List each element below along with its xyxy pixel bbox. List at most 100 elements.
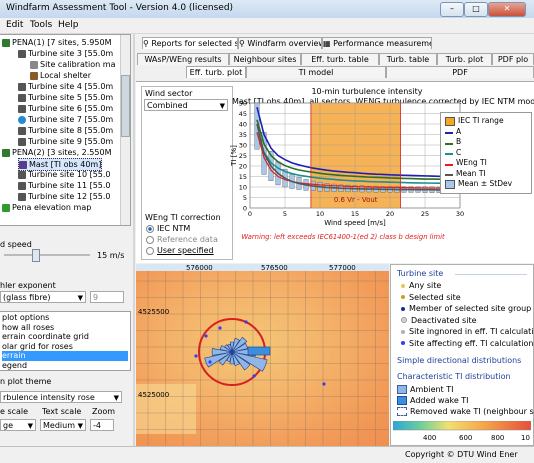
panel-splitter[interactable] [133,34,135,446]
turbine-icon [18,115,26,124]
tab-neighbour-sites[interactable]: Neighbour sites [229,53,301,65]
tree-item[interactable]: Turbine site 9 [55.0m [18,136,113,147]
turbine-marker[interactable] [194,354,198,358]
legend-entry: C [445,148,461,157]
turbine-icon [18,82,26,91]
turbine-marker[interactable] [252,374,256,378]
rose-scale-combo[interactable]: ge ▼ [0,419,36,431]
radio-iec-ntm[interactable]: IEC NTM [146,224,190,233]
characteristic-ti-header[interactable]: Characteristic TI distribution [397,372,511,381]
turbine-icon [18,126,26,135]
y-tick-label: 40 [239,121,247,129]
tab-performance-measurements[interactable]: ▦ Performance measurements [322,37,432,49]
plot-options-list[interactable]: plot options how all roses errain coordina… [0,311,131,371]
legend-entry: Mean ± StDev [445,179,512,189]
ambient-ti-swatch [397,385,407,394]
radio-icon [146,246,154,255]
radio-user-specified[interactable]: User specified [146,246,214,255]
tab-turb-table[interactable]: Turb. table [379,53,437,65]
turbine-marker[interactable] [244,320,248,324]
simple-distributions-header[interactable]: Simple directional distributions [397,356,521,365]
radio-icon [146,235,154,244]
tab-eff-turb-table[interactable]: Eff. turb. table [301,53,379,65]
plot-option-item[interactable]: how all roses [2,323,128,333]
tree-item[interactable]: Turbine site 10 [55.0 [18,169,111,180]
legend-entry: IEC TI range [445,116,504,126]
tree-item[interactable]: Turbine site 3 [55.0m [18,48,113,59]
plot-option-item[interactable]: egend [2,361,128,371]
tree-item[interactable]: Turbine site 12 [55.0 [18,191,111,202]
plot-option-item[interactable]: errain coordinate grid [2,332,128,342]
close-button[interactable]: ✕ [488,2,526,17]
tab-pdf[interactable]: PDF [386,66,534,78]
turbine-marker[interactable] [322,382,326,386]
turbine-marker[interactable] [218,326,222,330]
map-theme-combo[interactable]: rbulence intensity rose ▼ [0,391,122,403]
site-tree[interactable]: PENA(1) [7 sites, 5.950M Turbine site 3 [… [0,34,131,226]
site-marker-icon [401,329,405,334]
map-x-label: 576500 [261,264,288,272]
hellmann-spin[interactable]: 9 [90,291,124,303]
tree-item[interactable]: Turbine site 5 [55.0m [18,92,113,103]
tree-item[interactable]: PENA(1) [7 sites, 5.950M [2,37,111,48]
tab-eff-turb-plot[interactable]: Eff. turb. plot [186,66,246,78]
tree-item[interactable]: Site calibration ma [30,59,115,70]
tab-ti-model[interactable]: TI model [246,66,386,78]
legend-turbine-site: Site ingnored in eff. TI calculation [401,327,534,336]
removed-wake-ti-swatch [397,407,407,416]
plot-option-item[interactable]: plot options [2,313,128,323]
tab-turb-plot[interactable]: Turb. plot [437,53,492,65]
x-axis-label: Wind speed [m/s] [324,219,386,227]
turbine-site-header[interactable]: Turbine site [397,269,443,278]
design-limit-warning: Warning: left exceeds IEC61400-1(ed 2) c… [241,233,445,241]
plot-option-item[interactable]: errain [2,351,128,361]
title-bar: Windfarm Assessment Tool - Version 4.0 (… [0,0,534,19]
maximize-button[interactable]: □ [464,2,488,17]
tab-pdf-plot[interactable]: PDF plo [492,53,534,65]
menu-edit[interactable]: Edit [6,20,23,30]
minimize-button[interactable]: – [440,2,464,17]
status-bar: Copyright © DTU Wind Ener [0,446,534,463]
hellmann-combo[interactable]: (glass fibre) ▼ [0,291,86,303]
map-icon [2,203,10,212]
calib-icon [30,60,38,69]
turbine-marker[interactable] [204,334,208,338]
y-tick-label: 20 [239,163,247,171]
chevron-down-icon: ▼ [77,422,83,430]
colorbar-tick: 10 [521,434,530,442]
y-tick-label: 50 [239,100,247,108]
tree-item[interactable]: Turbine site 6 [55.0m [18,103,113,114]
tree-item[interactable]: Turbine site 11 [55.0 [18,180,111,191]
tree-item[interactable]: Local shelter [30,70,91,81]
group-icon [2,148,10,157]
menu-help[interactable]: Help [58,20,79,30]
tree-item[interactable]: Turbine site 8 [55.0m [18,125,113,136]
turbine-icon [18,192,26,201]
tab-windfarm-overview[interactable]: ⚲ Windfarm overview [238,37,322,49]
turbine-marker[interactable] [208,360,212,364]
zoom-spin[interactable]: -4 [90,419,114,431]
terrain-map[interactable]: 576000 576500 577000 4525500 4525000 [136,264,389,446]
text-scale-combo[interactable]: Medium ▼ [40,419,86,431]
tree-item[interactable]: Turbine site 7 [55.0m [18,114,113,125]
tab-wasp-weng-results[interactable]: WAsP/WEng results [137,53,229,65]
chevron-down-icon: ▼ [27,422,33,430]
menu-tools[interactable]: Tools [30,20,52,30]
tree-item[interactable]: Pena elevation map [2,202,91,213]
tree-item[interactable]: PENA(2) [3 sites, 2.550M [2,147,111,158]
copyright-text: Copyright © DTU Wind Ener [405,450,518,459]
added-wake-ti-swatch [397,396,407,405]
tree-item[interactable]: Turbine site 4 [55.0m [18,81,113,92]
site-marker-icon [401,341,405,345]
map-y-label: 4525000 [138,391,169,399]
radio-reference-data[interactable]: Reference data [146,235,218,244]
wind-sector-combo[interactable]: Combined ▼ [144,99,228,111]
legend-turbine-site: Member of selected site group [401,304,531,313]
tab-reports-selected-site[interactable]: ⚲ Reports for selected site [142,37,238,49]
hellmann-label: hler exponent [0,281,56,290]
legend-swatch [445,132,453,134]
turbine-icon [18,137,26,146]
wind-speed-slider[interactable] [32,249,40,262]
plot-option-item[interactable]: olar grid for roses [2,342,128,352]
tree-scroll-thumb[interactable] [121,75,130,137]
